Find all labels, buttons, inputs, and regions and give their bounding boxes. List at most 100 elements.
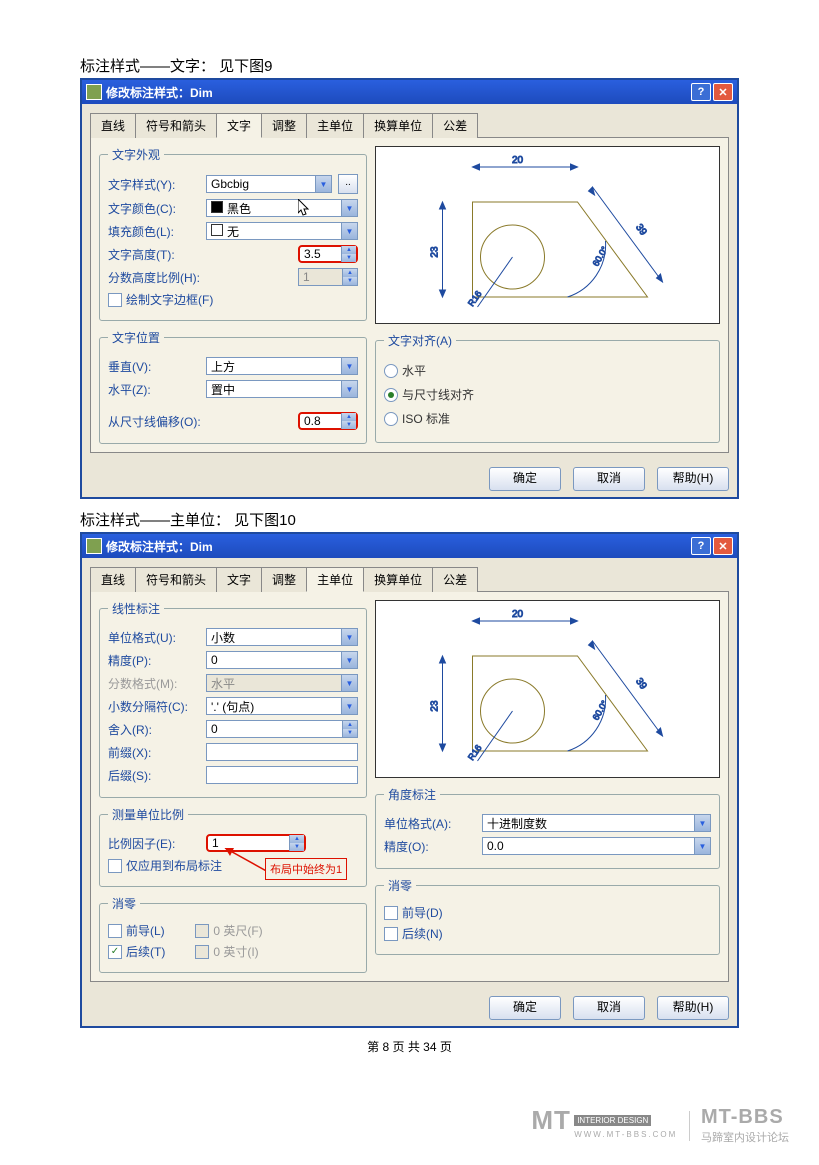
radio-align-dimline[interactable]: 与尺寸线对齐: [384, 386, 711, 403]
checkbox-leading[interactable]: 前导(L): [108, 922, 165, 939]
label-separator: 小数分隔符(C):: [108, 698, 200, 715]
titlebar[interactable]: 修改标注样式：Dim ? ✕: [82, 80, 737, 104]
legend-zero-l: 消零: [108, 895, 140, 912]
label-ang-format: 单位格式(A):: [384, 815, 476, 832]
combo-frac-format: 水平▼: [206, 674, 358, 692]
ok-button[interactable]: 确定: [489, 996, 561, 1020]
checkbox-feet: 0 英尺(F): [195, 922, 262, 939]
legend-align: 文字对齐(A): [384, 332, 456, 349]
tab-symbols[interactable]: 符号和箭头: [135, 113, 217, 138]
tab-fit[interactable]: 调整: [261, 567, 307, 592]
spin-buttons[interactable]: ▲▼: [289, 835, 304, 851]
radio-iso[interactable]: ISO 标准: [384, 410, 711, 427]
radio-horizontal[interactable]: 水平: [384, 362, 711, 379]
tab-fit[interactable]: 调整: [261, 113, 307, 138]
tab-tolerance[interactable]: 公差: [432, 113, 478, 138]
checkbox-text-frame[interactable]: 绘制文字边框(F): [108, 291, 358, 308]
chevron-down-icon[interactable]: ▼: [341, 698, 357, 714]
chevron-down-icon[interactable]: ▼: [315, 176, 331, 192]
label-frac-scale: 分数高度比例(H):: [108, 269, 218, 286]
caption-text-1: 标注样式——文字： 见下图9: [80, 55, 739, 76]
ok-button[interactable]: 确定: [489, 467, 561, 491]
chevron-down-icon[interactable]: ▼: [341, 358, 357, 374]
checkbox-trailing[interactable]: ✓后续(T): [108, 943, 165, 960]
group-zero-left: 消零 前导(L) ✓后续(T) 0 英尺(F) 0 英寸(I): [99, 895, 367, 973]
combo-horizontal[interactable]: 置中▼: [206, 380, 358, 398]
chevron-down-icon[interactable]: ▼: [341, 223, 357, 239]
tab-tolerance[interactable]: 公差: [432, 567, 478, 592]
spinner-offset[interactable]: 0.8▲▼: [298, 412, 358, 430]
svg-text:60.0°: 60.0°: [591, 698, 610, 722]
close-icon-button[interactable]: ✕: [713, 537, 733, 555]
cancel-button[interactable]: 取消: [573, 467, 645, 491]
svg-text:20: 20: [512, 155, 524, 166]
chevron-down-icon[interactable]: ▼: [694, 815, 710, 831]
spin-buttons[interactable]: ▲▼: [341, 246, 356, 262]
chevron-down-icon[interactable]: ▼: [341, 381, 357, 397]
label-frac-format: 分数格式(M):: [108, 675, 200, 692]
checkbox-ang-leading[interactable]: 前导(D): [384, 904, 711, 921]
input-prefix[interactable]: [206, 743, 358, 761]
tab-primary[interactable]: 主单位: [306, 567, 364, 592]
combo-separator[interactable]: '.' (句点)▼: [206, 697, 358, 715]
preview-pane: 20 23 39 60.0° R1: [375, 600, 720, 778]
combo-ang-precision[interactable]: 0.0▼: [482, 837, 711, 855]
group-text-placement: 文字位置 垂直(V): 上方▼ 水平(Z): 置中▼ 从尺寸线偏移(O):: [99, 329, 367, 444]
combo-vertical[interactable]: 上方▼: [206, 357, 358, 375]
checkbox-inch: 0 英寸(I): [195, 943, 262, 960]
legend-placement: 文字位置: [108, 329, 164, 346]
help-button[interactable]: 帮助(H): [657, 996, 729, 1020]
label-text-color: 文字颜色(C):: [108, 200, 200, 217]
label-vertical: 垂直(V):: [108, 358, 200, 375]
label-prefix: 前缀(X):: [108, 744, 200, 761]
cancel-button[interactable]: 取消: [573, 996, 645, 1020]
chevron-down-icon[interactable]: ▼: [694, 838, 710, 854]
tab-alternate[interactable]: 换算单位: [363, 567, 433, 592]
combo-text-style[interactable]: Gbcbig▼: [206, 175, 332, 193]
input-suffix[interactable]: [206, 766, 358, 784]
tab-symbols[interactable]: 符号和箭头: [135, 567, 217, 592]
chevron-down-icon[interactable]: ▼: [341, 629, 357, 645]
help-button[interactable]: 帮助(H): [657, 467, 729, 491]
text-style-more-button[interactable]: ..: [338, 174, 358, 194]
tab-strip: 直线 符号和箭头 文字 调整 主单位 换算单位 公差: [90, 566, 729, 591]
tab-lines[interactable]: 直线: [90, 113, 136, 138]
legend-scale: 测量单位比例: [108, 806, 188, 823]
tab-primary[interactable]: 主单位: [306, 113, 364, 138]
label-text-style: 文字样式(Y):: [108, 176, 200, 193]
legend-linear: 线性标注: [108, 600, 164, 617]
combo-precision[interactable]: 0▼: [206, 651, 358, 669]
titlebar[interactable]: 修改标注样式：Dim ? ✕: [82, 534, 737, 558]
help-icon-button[interactable]: ?: [691, 83, 711, 101]
combo-text-color[interactable]: 黑色▼: [206, 199, 358, 217]
combo-fill-color[interactable]: 无▼: [206, 222, 358, 240]
label-text-height: 文字高度(T):: [108, 246, 200, 263]
label-unit-format: 单位格式(U):: [108, 629, 200, 646]
watermark: MT INTERIOR DESIGN WWW.MT-BBS.COM MT-BBS…: [0, 1085, 819, 1165]
chevron-down-icon[interactable]: ▼: [341, 200, 357, 216]
label-offset: 从尺寸线偏移(O):: [108, 413, 218, 430]
spinner-text-height[interactable]: 3.5▲▼: [298, 245, 358, 263]
tab-alternate[interactable]: 换算单位: [363, 113, 433, 138]
svg-text:20: 20: [512, 609, 524, 620]
spin-buttons[interactable]: ▲▼: [342, 721, 357, 737]
spinner-scale-factor[interactable]: 1▲▼: [206, 834, 306, 852]
chevron-down-icon[interactable]: ▼: [341, 652, 357, 668]
tab-text[interactable]: 文字: [216, 567, 262, 592]
svg-text:23: 23: [430, 700, 441, 712]
tab-lines[interactable]: 直线: [90, 567, 136, 592]
group-angular: 角度标注 单位格式(A): 十进制度数▼ 精度(O): 0.0▼: [375, 786, 720, 869]
combo-ang-format[interactable]: 十进制度数▼: [482, 814, 711, 832]
combo-unit-format[interactable]: 小数▼: [206, 628, 358, 646]
tab-strip: 直线 符号和箭头 文字 调整 主单位 换算单位 公差: [90, 112, 729, 137]
label-ang-precision: 精度(O):: [384, 838, 476, 855]
tab-text[interactable]: 文字: [216, 113, 262, 138]
checkbox-ang-trailing[interactable]: 后续(N): [384, 925, 711, 942]
legend-angular: 角度标注: [384, 786, 440, 803]
svg-text:39: 39: [633, 222, 649, 238]
spinner-round[interactable]: 0▲▼: [206, 720, 358, 738]
svg-text:23: 23: [430, 246, 441, 258]
close-icon-button[interactable]: ✕: [713, 83, 733, 101]
spin-buttons[interactable]: ▲▼: [341, 413, 356, 429]
help-icon-button[interactable]: ?: [691, 537, 711, 555]
